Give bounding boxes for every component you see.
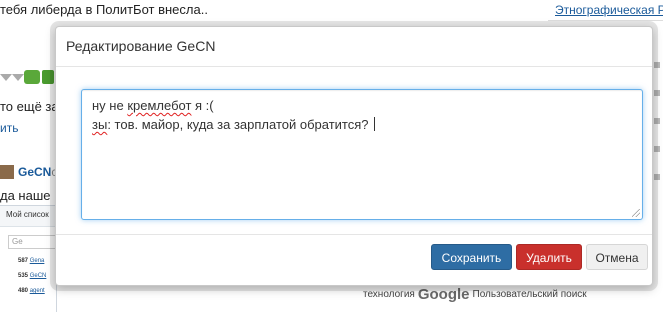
avatar [0, 164, 14, 179]
resize-handle-icon[interactable] [632, 209, 640, 217]
save-button[interactable]: Сохранить [431, 244, 512, 270]
text-cursor [373, 117, 375, 131]
edit-comment-dialog: Редактирование GeCN ну не кремлебот я :(… [55, 26, 653, 286]
text-line: ну не кремлебот я :( [92, 98, 214, 113]
comment-text-top: тебя либерда в ПолитБот внесла.. [0, 2, 208, 17]
comment-text: да наше [0, 188, 51, 203]
misspelled-word: зы [92, 117, 108, 132]
list-search-input: Ge [8, 235, 56, 249]
rating-badge [42, 70, 54, 84]
list-item: 480 agent [18, 288, 45, 294]
reply-link[interactable]: ить [0, 121, 18, 135]
cancel-button[interactable]: Отмена [586, 244, 648, 270]
vote-controls [0, 70, 55, 86]
scroll-markers [654, 40, 663, 290]
downvote-icon[interactable] [0, 74, 12, 81]
dialog-title: Редактирование GeCN [66, 38, 216, 54]
list-item: 535 GeCN [18, 273, 47, 279]
comment-textarea[interactable]: ну не кремлебот я :( зы: тов. майор, куд… [81, 89, 643, 220]
sidebar-link[interactable]: Этнографическая Р [555, 3, 663, 17]
misspelled-word: кремлебот [127, 98, 192, 113]
dialog-body: ну не кремлебот я :( зы: тов. майор, куд… [56, 67, 652, 237]
upvote-icon[interactable] [24, 70, 40, 84]
delete-button[interactable]: Удалить [516, 244, 582, 270]
divider [548, 20, 663, 21]
list-item: 587 Gena [18, 258, 45, 264]
embedded-list-screenshot: Мой список Ge 587 Gena 535 GeCN 480 agen… [0, 205, 57, 312]
author-name-link[interactable]: GeCN [18, 165, 51, 179]
downvote-icon[interactable] [12, 74, 24, 81]
dialog-footer: Сохранить Удалить Отмена [56, 234, 652, 285]
dialog-header: Редактирование GeCN [56, 27, 652, 67]
google-search-branding: технология Google Пользовательский поиск [363, 286, 587, 303]
comment-text: то ещё за [0, 99, 59, 114]
comment-author: GeCNc [0, 163, 57, 179]
google-logo: Google [417, 286, 470, 303]
list-title: Мой список [0, 206, 56, 227]
text-line: зы: тов. майор, куда за зарплатой обрати… [92, 115, 632, 134]
